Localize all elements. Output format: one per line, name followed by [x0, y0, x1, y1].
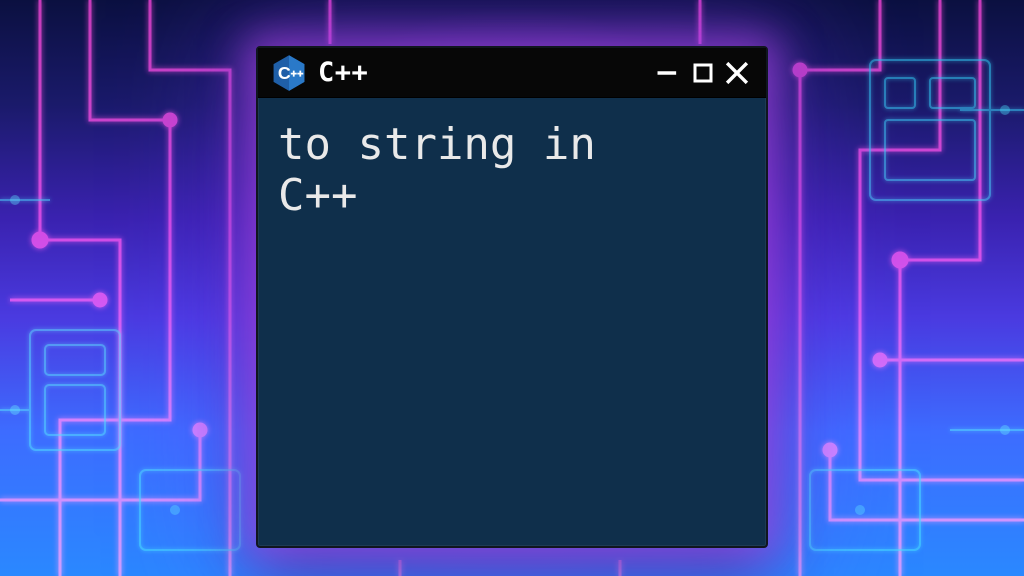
close-button[interactable]	[722, 58, 752, 88]
minimize-icon	[656, 60, 682, 86]
close-icon	[724, 60, 750, 86]
cpp-hex-icon: C	[272, 54, 306, 92]
svg-text:C: C	[278, 62, 291, 82]
maximize-icon	[691, 61, 715, 85]
stage: C C++ to string i	[0, 0, 1024, 576]
content-text: to string in C++	[258, 98, 766, 546]
minimize-button[interactable]	[654, 58, 684, 88]
maximize-button[interactable]	[688, 58, 718, 88]
window-title: C++	[318, 59, 368, 86]
window-titlebar[interactable]: C C++	[258, 48, 766, 98]
window: C C++ to string i	[256, 46, 768, 548]
